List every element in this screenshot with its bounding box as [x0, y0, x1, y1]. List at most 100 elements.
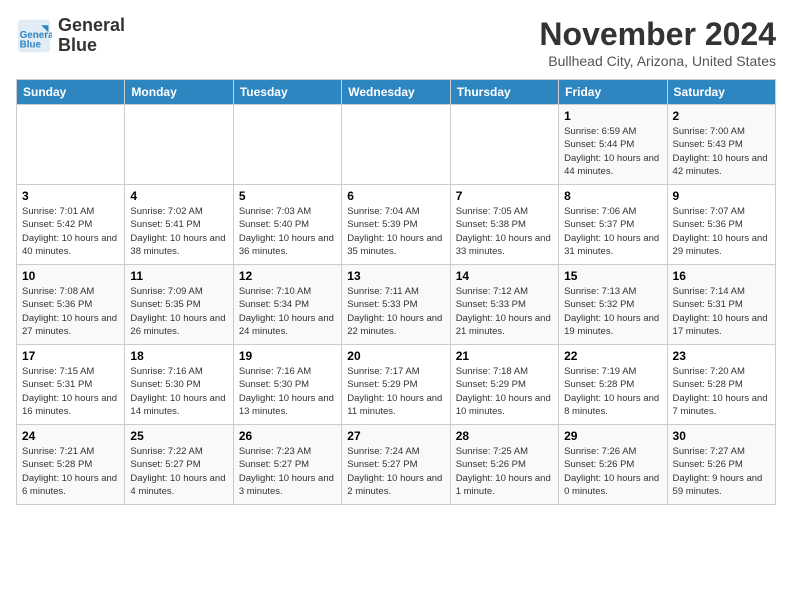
- day-number: 21: [456, 349, 553, 363]
- calendar-cell: 15Sunrise: 7:13 AM Sunset: 5:32 PM Dayli…: [559, 265, 667, 345]
- day-number: 27: [347, 429, 444, 443]
- day-number: 10: [22, 269, 119, 283]
- calendar-cell: 19 Sunrise: 7:16 AM Sunset: 5:30 PM Dayli…: [233, 345, 341, 425]
- day-info: Sunrise: 7:06 AM Sunset: 5:37 PM Dayligh…: [564, 205, 661, 258]
- day-info: Sunrise: 7:16 AM Sunset: 5:30 PM Dayligh…: [239, 365, 336, 418]
- day-info: Sunrise: 7:25 AM Sunset: 5:26 PM Dayligh…: [456, 445, 553, 498]
- weekday-header-saturday: Saturday: [667, 80, 775, 105]
- day-number: 29: [564, 429, 661, 443]
- logo-line1: General: [58, 16, 125, 36]
- day-number: 23: [673, 349, 770, 363]
- calendar-cell: 28 Sunrise: 7:25 AM Sunset: 5:26 PM Dayli…: [450, 425, 558, 505]
- calendar-cell: 26 Sunrise: 7:23 AM Sunset: 5:27 PM Dayli…: [233, 425, 341, 505]
- day-number: 11: [130, 269, 227, 283]
- day-info: Sunrise: 7:21 AM Sunset: 5:28 PM Dayligh…: [22, 445, 119, 498]
- day-number: 5: [239, 189, 336, 203]
- day-info: Sunrise: 7:09 AM Sunset: 5:35 PM Dayligh…: [130, 285, 227, 338]
- day-number: 22: [564, 349, 661, 363]
- weekday-header-monday: Monday: [125, 80, 233, 105]
- day-number: 28: [456, 429, 553, 443]
- title-block: November 2024 Bullhead City, Arizona, Un…: [539, 16, 776, 69]
- day-info: Sunrise: 7:12 AM Sunset: 5:33 PM Dayligh…: [456, 285, 553, 338]
- calendar-cell: 3 Sunrise: 7:01 AM Sunset: 5:42 PM Daylig…: [17, 185, 125, 265]
- logo-icon: General Blue: [16, 18, 52, 54]
- calendar-cell: [450, 105, 558, 185]
- day-info: Sunrise: 7:02 AM Sunset: 5:41 PM Dayligh…: [130, 205, 227, 258]
- day-number: 4: [130, 189, 227, 203]
- calendar-cell: [17, 105, 125, 185]
- day-info: Sunrise: 7:23 AM Sunset: 5:27 PM Dayligh…: [239, 445, 336, 498]
- logo-text: General Blue: [58, 16, 125, 56]
- calendar-week-2: 3 Sunrise: 7:01 AM Sunset: 5:42 PM Daylig…: [17, 185, 776, 265]
- svg-text:Blue: Blue: [20, 39, 42, 50]
- day-info: Sunrise: 7:24 AM Sunset: 5:27 PM Dayligh…: [347, 445, 444, 498]
- day-info: Sunrise: 7:22 AM Sunset: 5:27 PM Dayligh…: [130, 445, 227, 498]
- day-info: Sunrise: 7:03 AM Sunset: 5:40 PM Dayligh…: [239, 205, 336, 258]
- calendar-body: 1 Sunrise: 6:59 AM Sunset: 5:44 PM Daylig…: [17, 105, 776, 505]
- day-number: 30: [673, 429, 770, 443]
- day-number: 19: [239, 349, 336, 363]
- logo: General Blue General Blue: [16, 16, 125, 56]
- day-info: Sunrise: 7:18 AM Sunset: 5:29 PM Dayligh…: [456, 365, 553, 418]
- day-info: Sunrise: 7:04 AM Sunset: 5:39 PM Dayligh…: [347, 205, 444, 258]
- calendar-header: SundayMondayTuesdayWednesdayThursdayFrid…: [17, 80, 776, 105]
- calendar-cell: [342, 105, 450, 185]
- weekday-header-thursday: Thursday: [450, 80, 558, 105]
- day-info: Sunrise: 7:05 AM Sunset: 5:38 PM Dayligh…: [456, 205, 553, 258]
- calendar-cell: 9Sunrise: 7:07 AM Sunset: 5:36 PM Daylig…: [667, 185, 775, 265]
- day-number: 25: [130, 429, 227, 443]
- calendar-cell: 30 Sunrise: 7:27 AM Sunset: 5:26 PM Dayli…: [667, 425, 775, 505]
- day-info: Sunrise: 7:11 AM Sunset: 5:33 PM Dayligh…: [347, 285, 444, 338]
- calendar-week-5: 24 Sunrise: 7:21 AM Sunset: 5:28 PM Dayli…: [17, 425, 776, 505]
- day-info: Sunrise: 7:14 AM Sunset: 5:31 PM Dayligh…: [673, 285, 770, 338]
- weekday-row: SundayMondayTuesdayWednesdayThursdayFrid…: [17, 80, 776, 105]
- day-number: 17: [22, 349, 119, 363]
- day-number: 2: [673, 109, 770, 123]
- day-number: 15: [564, 269, 661, 283]
- day-number: 12: [239, 269, 336, 283]
- calendar-cell: 13 Sunrise: 7:11 AM Sunset: 5:33 PM Dayli…: [342, 265, 450, 345]
- day-info: Sunrise: 7:26 AM Sunset: 5:26 PM Dayligh…: [564, 445, 661, 498]
- day-number: 7: [456, 189, 553, 203]
- weekday-header-friday: Friday: [559, 80, 667, 105]
- calendar-cell: 16Sunrise: 7:14 AM Sunset: 5:31 PM Dayli…: [667, 265, 775, 345]
- day-info: Sunrise: 7:20 AM Sunset: 5:28 PM Dayligh…: [673, 365, 770, 418]
- calendar-cell: 18Sunrise: 7:16 AM Sunset: 5:30 PM Dayli…: [125, 345, 233, 425]
- calendar-cell: 12Sunrise: 7:10 AM Sunset: 5:34 PM Dayli…: [233, 265, 341, 345]
- calendar-cell: 11 Sunrise: 7:09 AM Sunset: 5:35 PM Dayli…: [125, 265, 233, 345]
- calendar-cell: 1 Sunrise: 6:59 AM Sunset: 5:44 PM Daylig…: [559, 105, 667, 185]
- calendar-cell: 4 Sunrise: 7:02 AM Sunset: 5:41 PM Daylig…: [125, 185, 233, 265]
- day-number: 18: [130, 349, 227, 363]
- day-number: 1: [564, 109, 661, 123]
- calendar-cell: 20 Sunrise: 7:17 AM Sunset: 5:29 PM Dayli…: [342, 345, 450, 425]
- calendar-cell: 25 Sunrise: 7:22 AM Sunset: 5:27 PM Dayli…: [125, 425, 233, 505]
- calendar-cell: 8Sunrise: 7:06 AM Sunset: 5:37 PM Daylig…: [559, 185, 667, 265]
- day-info: Sunrise: 7:01 AM Sunset: 5:42 PM Dayligh…: [22, 205, 119, 258]
- calendar-cell: 6 Sunrise: 7:04 AM Sunset: 5:39 PM Daylig…: [342, 185, 450, 265]
- calendar-cell: 7 Sunrise: 7:05 AM Sunset: 5:38 PM Daylig…: [450, 185, 558, 265]
- day-number: 26: [239, 429, 336, 443]
- calendar-cell: 10Sunrise: 7:08 AM Sunset: 5:36 PM Dayli…: [17, 265, 125, 345]
- logo-line2: Blue: [58, 36, 125, 56]
- page-header: General Blue General Blue November 2024 …: [16, 16, 776, 69]
- day-info: Sunrise: 7:19 AM Sunset: 5:28 PM Dayligh…: [564, 365, 661, 418]
- day-number: 6: [347, 189, 444, 203]
- day-info: Sunrise: 7:17 AM Sunset: 5:29 PM Dayligh…: [347, 365, 444, 418]
- calendar-cell: 22 Sunrise: 7:19 AM Sunset: 5:28 PM Dayli…: [559, 345, 667, 425]
- day-info: Sunrise: 6:59 AM Sunset: 5:44 PM Dayligh…: [564, 125, 661, 178]
- day-number: 24: [22, 429, 119, 443]
- calendar-cell: 2Sunrise: 7:00 AM Sunset: 5:43 PM Daylig…: [667, 105, 775, 185]
- day-info: Sunrise: 7:27 AM Sunset: 5:26 PM Dayligh…: [673, 445, 770, 498]
- weekday-header-sunday: Sunday: [17, 80, 125, 105]
- calendar-week-3: 10Sunrise: 7:08 AM Sunset: 5:36 PM Dayli…: [17, 265, 776, 345]
- weekday-header-tuesday: Tuesday: [233, 80, 341, 105]
- calendar-cell: 27 Sunrise: 7:24 AM Sunset: 5:27 PM Dayli…: [342, 425, 450, 505]
- calendar-cell: 17Sunrise: 7:15 AM Sunset: 5:31 PM Dayli…: [17, 345, 125, 425]
- calendar-cell: [125, 105, 233, 185]
- day-number: 20: [347, 349, 444, 363]
- calendar-cell: 21 Sunrise: 7:18 AM Sunset: 5:29 PM Dayli…: [450, 345, 558, 425]
- calendar-table: SundayMondayTuesdayWednesdayThursdayFrid…: [16, 79, 776, 505]
- day-number: 3: [22, 189, 119, 203]
- day-number: 13: [347, 269, 444, 283]
- calendar-week-1: 1 Sunrise: 6:59 AM Sunset: 5:44 PM Daylig…: [17, 105, 776, 185]
